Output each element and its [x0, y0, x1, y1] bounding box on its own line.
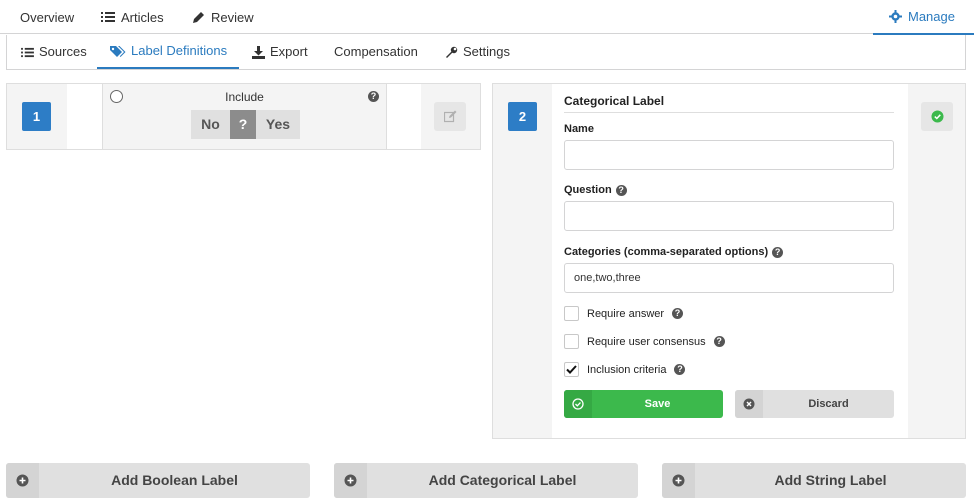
require-answer-label: Require answer — [587, 307, 665, 320]
tab-sources[interactable]: Sources — [21, 35, 87, 69]
check-circle-icon — [564, 390, 592, 418]
confirm-label-button[interactable] — [921, 102, 953, 131]
tags-icon — [110, 45, 126, 57]
plus-circle-icon — [6, 463, 39, 498]
question-field-label: Question ? — [564, 184, 627, 196]
add-categorical-label-text: Add Categorical Label — [428, 472, 577, 488]
nav-articles[interactable]: Articles — [101, 0, 164, 34]
form-title: Categorical Label — [564, 94, 894, 113]
label-number-badge: 2 — [508, 102, 537, 131]
name-field-label: Name — [564, 123, 594, 135]
edit-label-button[interactable] — [434, 102, 466, 131]
answer-yes-button[interactable]: Yes — [256, 110, 300, 139]
discard-button-label: Discard — [808, 398, 849, 410]
discard-button[interactable]: Discard — [735, 390, 894, 418]
inclusion-criteria-row: Inclusion criteria ? — [564, 362, 686, 377]
inclusion-criteria-checkbox[interactable] — [564, 362, 579, 377]
name-field-label-text: Name — [564, 123, 594, 135]
categories-field-label: Categories (comma-separated options) ? — [564, 246, 784, 258]
name-input[interactable] — [564, 140, 894, 170]
require-consensus-checkbox[interactable] — [564, 334, 579, 349]
inclusion-criteria-label: Inclusion criteria — [587, 363, 667, 376]
label-name: Include — [225, 90, 264, 104]
add-categorical-label-button[interactable]: Add Categorical Label — [334, 463, 638, 498]
help-icon[interactable]: ? — [615, 184, 627, 196]
answer-unknown-button[interactable]: ? — [230, 110, 256, 139]
add-boolean-label-text: Add Boolean Label — [111, 472, 238, 488]
tab-settings-label: Settings — [463, 44, 510, 59]
nav-articles-label: Articles — [121, 9, 164, 25]
tab-label-definitions[interactable]: Label Definitions — [97, 35, 240, 69]
nav-manage[interactable]: Manage — [873, 0, 974, 35]
label-card-categorical: 2 Categorical Label Name Question ? Cate… — [492, 83, 966, 439]
pencil-icon — [193, 11, 204, 23]
nav-review-label: Review — [211, 9, 254, 25]
require-answer-checkbox[interactable] — [564, 306, 579, 321]
question-field-label-text: Question — [564, 184, 612, 196]
download-icon — [252, 45, 265, 59]
checkmark-icon — [566, 365, 577, 374]
nav-manage-label: Manage — [908, 9, 955, 24]
add-string-label-button[interactable]: Add String Label — [662, 463, 966, 498]
save-button-label: Save — [644, 398, 671, 410]
require-consensus-row: Require user consensus ? — [564, 334, 725, 349]
answer-no-button[interactable]: No — [191, 110, 230, 139]
categories-field-label-text: Categories (comma-separated options) — [564, 246, 769, 258]
help-icon[interactable]: ? — [772, 246, 784, 258]
wrench-icon — [446, 46, 458, 58]
question-input[interactable] — [564, 201, 894, 231]
tab-compensation-label: Compensation — [334, 44, 418, 59]
gear-icon — [889, 10, 902, 23]
label-card-include: 1 Include ? No ? Yes — [6, 83, 481, 150]
tab-export[interactable]: Export — [252, 35, 308, 69]
close-circle-icon — [735, 390, 763, 418]
add-string-label-text: Add String Label — [774, 472, 887, 488]
boolean-answer-group: No ? Yes — [191, 110, 300, 139]
edit-icon — [444, 110, 457, 123]
nav-review[interactable]: Review — [192, 0, 254, 34]
plus-circle-icon — [334, 463, 367, 498]
help-icon[interactable]: ? — [368, 91, 379, 102]
nav-overview[interactable]: Overview — [20, 0, 74, 34]
tab-settings[interactable]: Settings — [445, 35, 510, 69]
require-consensus-label: Require user consensus — [587, 335, 706, 348]
list-icon — [101, 12, 115, 22]
plus-circle-icon — [662, 463, 695, 498]
categories-input[interactable] — [564, 263, 894, 293]
manage-sub-nav: Sources Label Definitions Export Compens… — [6, 35, 966, 70]
top-nav: Overview Articles Review Manage — [0, 0, 974, 35]
help-icon[interactable]: ? — [672, 308, 684, 319]
list-icon — [21, 47, 34, 57]
tab-export-label: Export — [270, 44, 308, 59]
check-circle-icon — [931, 110, 943, 123]
card-gap — [387, 84, 421, 149]
categorical-label-form: Categorical Label Name Question ? Catego… — [552, 84, 908, 438]
save-button[interactable]: Save — [564, 390, 723, 418]
tab-label-definitions-label: Label Definitions — [131, 43, 228, 58]
require-answer-row: Require answer ? — [564, 306, 684, 321]
help-icon[interactable]: ? — [713, 336, 725, 347]
card-gap — [67, 84, 103, 149]
help-icon[interactable]: ? — [674, 364, 686, 375]
label-preview: Include ? No ? Yes — [102, 84, 387, 149]
label-number-badge: 1 — [22, 102, 51, 131]
add-boolean-label-button[interactable]: Add Boolean Label — [6, 463, 310, 498]
tab-compensation[interactable]: Compensation — [334, 35, 418, 69]
nav-overview-label: Overview — [20, 9, 75, 25]
tab-sources-label: Sources — [39, 44, 87, 59]
